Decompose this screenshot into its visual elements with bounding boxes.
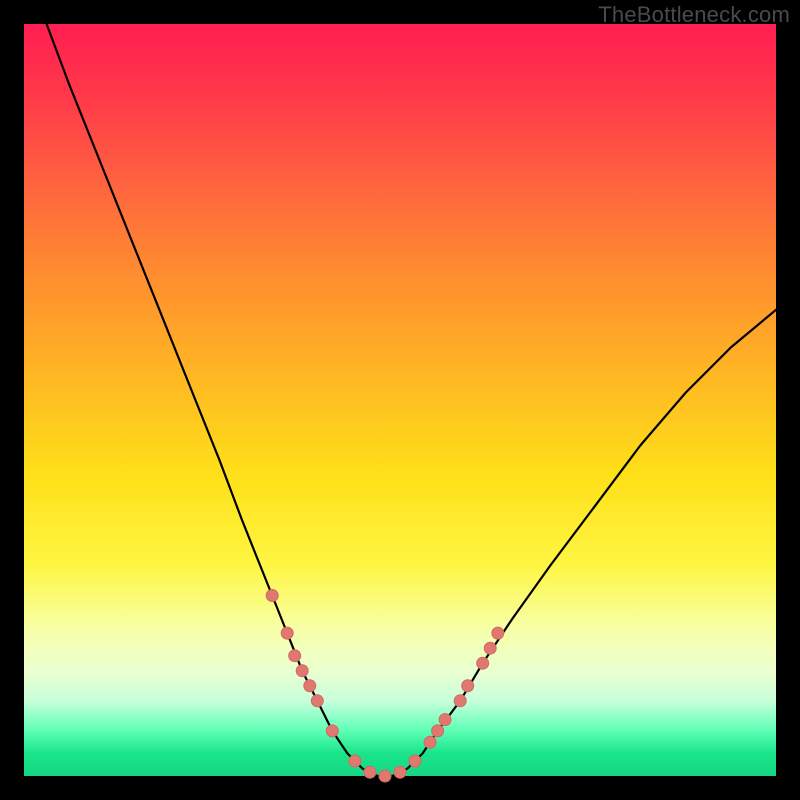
curve-marker [326,725,338,737]
curve-marker [281,627,293,639]
plot-area [24,24,776,776]
chart-frame: TheBottleneck.com [0,0,800,800]
bottleneck-curve [47,24,776,776]
curve-marker [311,695,323,707]
curve-marker [462,680,474,692]
curve-marker [424,736,436,748]
curve-marker [454,695,466,707]
curve-marker [484,642,496,654]
curve-marker [289,650,301,662]
curve-markers [266,590,504,783]
attribution-label: TheBottleneck.com [598,2,790,28]
curve-marker [492,627,504,639]
curve-marker [266,590,278,602]
curve-marker [394,766,406,778]
curve-marker [439,714,451,726]
curve-marker [349,755,361,767]
curve-marker [477,657,489,669]
chart-svg [24,24,776,776]
curve-marker [379,770,391,782]
curve-marker [409,755,421,767]
curve-marker [364,766,376,778]
curve-marker [432,725,444,737]
curve-marker [304,680,316,692]
curve-marker [296,665,308,677]
